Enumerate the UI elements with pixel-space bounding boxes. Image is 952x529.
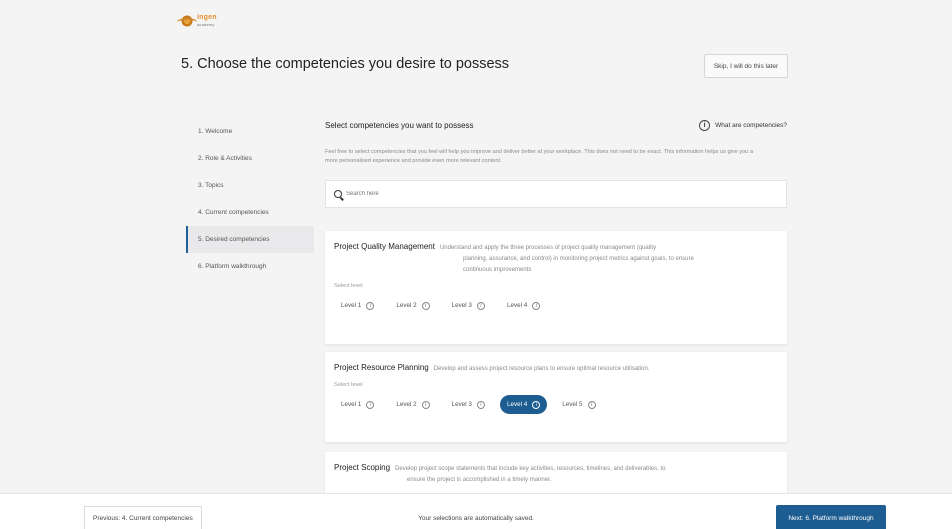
level-option[interactable]: Level 2i [389,395,436,414]
competency-title: Project Scoping [334,463,391,472]
sidebar-item-platform-walkthrough[interactable]: 6. Platform walkthrough [186,253,314,280]
page-title: 5. Choose the competencies you desire to… [181,56,510,72]
info-icon[interactable]: i [366,301,375,310]
search-box[interactable] [325,180,787,208]
logo[interactable]: ingen academy [177,12,226,30]
level-option[interactable]: Level 4i [500,296,547,315]
competency-card-resource-planning: Project Resource Planning Develop and ass… [325,352,787,442]
intro-text: Feel free to select competencies that yo… [325,149,753,164]
competency-description: Develop and assess project resource plan… [433,366,650,372]
sidebar-item-role-activities[interactable]: 2. Role & Activities [186,145,314,172]
sidebar-item-topics[interactable]: 3. Topics [186,172,314,199]
competency-title: Project Resource Planning [334,363,429,372]
section-header: Select competencies you want to possess … [325,112,787,138]
competency-description-cont: planning, assurance, and control) in mon… [463,256,694,262]
onboarding-steps-nav: 1. Welcome 2. Role & Activities 3. Topic… [186,118,314,280]
level-option[interactable]: Level 3i [445,395,492,414]
card-header: Project Quality Management Understand and… [334,241,778,254]
logo-icon [177,14,197,28]
info-icon[interactable]: i [421,301,430,310]
logo-wordmark: ingen academy [197,14,217,27]
level-option[interactable]: Level 1i [334,296,381,315]
level-option[interactable]: Level 2i [389,296,436,315]
card-header: Project Scoping Develop project scope sta… [334,462,778,475]
info-icon[interactable]: i [366,400,375,409]
competency-description: Understand and apply the three processes… [439,245,657,251]
search-input[interactable] [346,191,746,197]
info-icon[interactable]: i [421,400,430,409]
info-icon[interactable]: i [587,400,596,409]
level-option[interactable]: Level 5i [555,395,602,414]
info-icon: i [699,119,711,131]
competencies-section: Select competencies you want to possess … [325,112,787,208]
section-title: Select competencies you want to possess [325,120,474,130]
info-icon[interactable]: i [476,301,485,310]
search-icon [334,190,342,198]
competency-card-scoping: Project Scoping Develop project scope sta… [325,452,787,497]
level-options: Level 1i Level 2i Level 3i Level 4i Leve… [334,395,778,414]
info-icon[interactable]: i [532,400,541,409]
level-option[interactable]: Level 1i [334,395,381,414]
level-option[interactable]: Level 3i [445,296,492,315]
select-level-label: Select level [334,283,363,289]
competency-title: Project Quality Management [334,242,435,251]
skip-button[interactable]: Skip, I will do this later [704,54,788,78]
competency-description: Develop project scope statements that in… [395,466,666,472]
next-button[interactable]: Next: 6. Platform walkthrough [776,505,886,529]
what-are-competencies-label: What are competencies? [715,121,787,129]
info-icon[interactable]: i [532,301,541,310]
select-level-label: Select level [334,382,363,388]
info-icon[interactable]: i [476,400,485,409]
sidebar-item-welcome[interactable]: 1. Welcome [186,118,314,145]
level-options: Level 1i Level 2i Level 3i Level 4i [334,296,778,315]
footer-bar: Previous: 4. Current competencies Your s… [0,493,952,529]
top-bar: ingen academy [0,0,952,42]
competency-description-cont: ensure the project is accomplished in a … [407,477,552,483]
what-are-competencies-link[interactable]: i What are competencies? [699,119,787,131]
competency-description-cont: continuous improvements [463,267,532,273]
competency-card-quality: Project Quality Management Understand and… [325,231,787,344]
level-option-selected[interactable]: Level 4i [499,395,548,414]
sidebar-item-current-competencies[interactable]: 4. Current competencies [186,199,314,226]
sidebar-item-desired-competencies[interactable]: 5. Desired competencies [186,226,314,253]
card-header: Project Resource Planning Develop and ass… [334,362,778,375]
